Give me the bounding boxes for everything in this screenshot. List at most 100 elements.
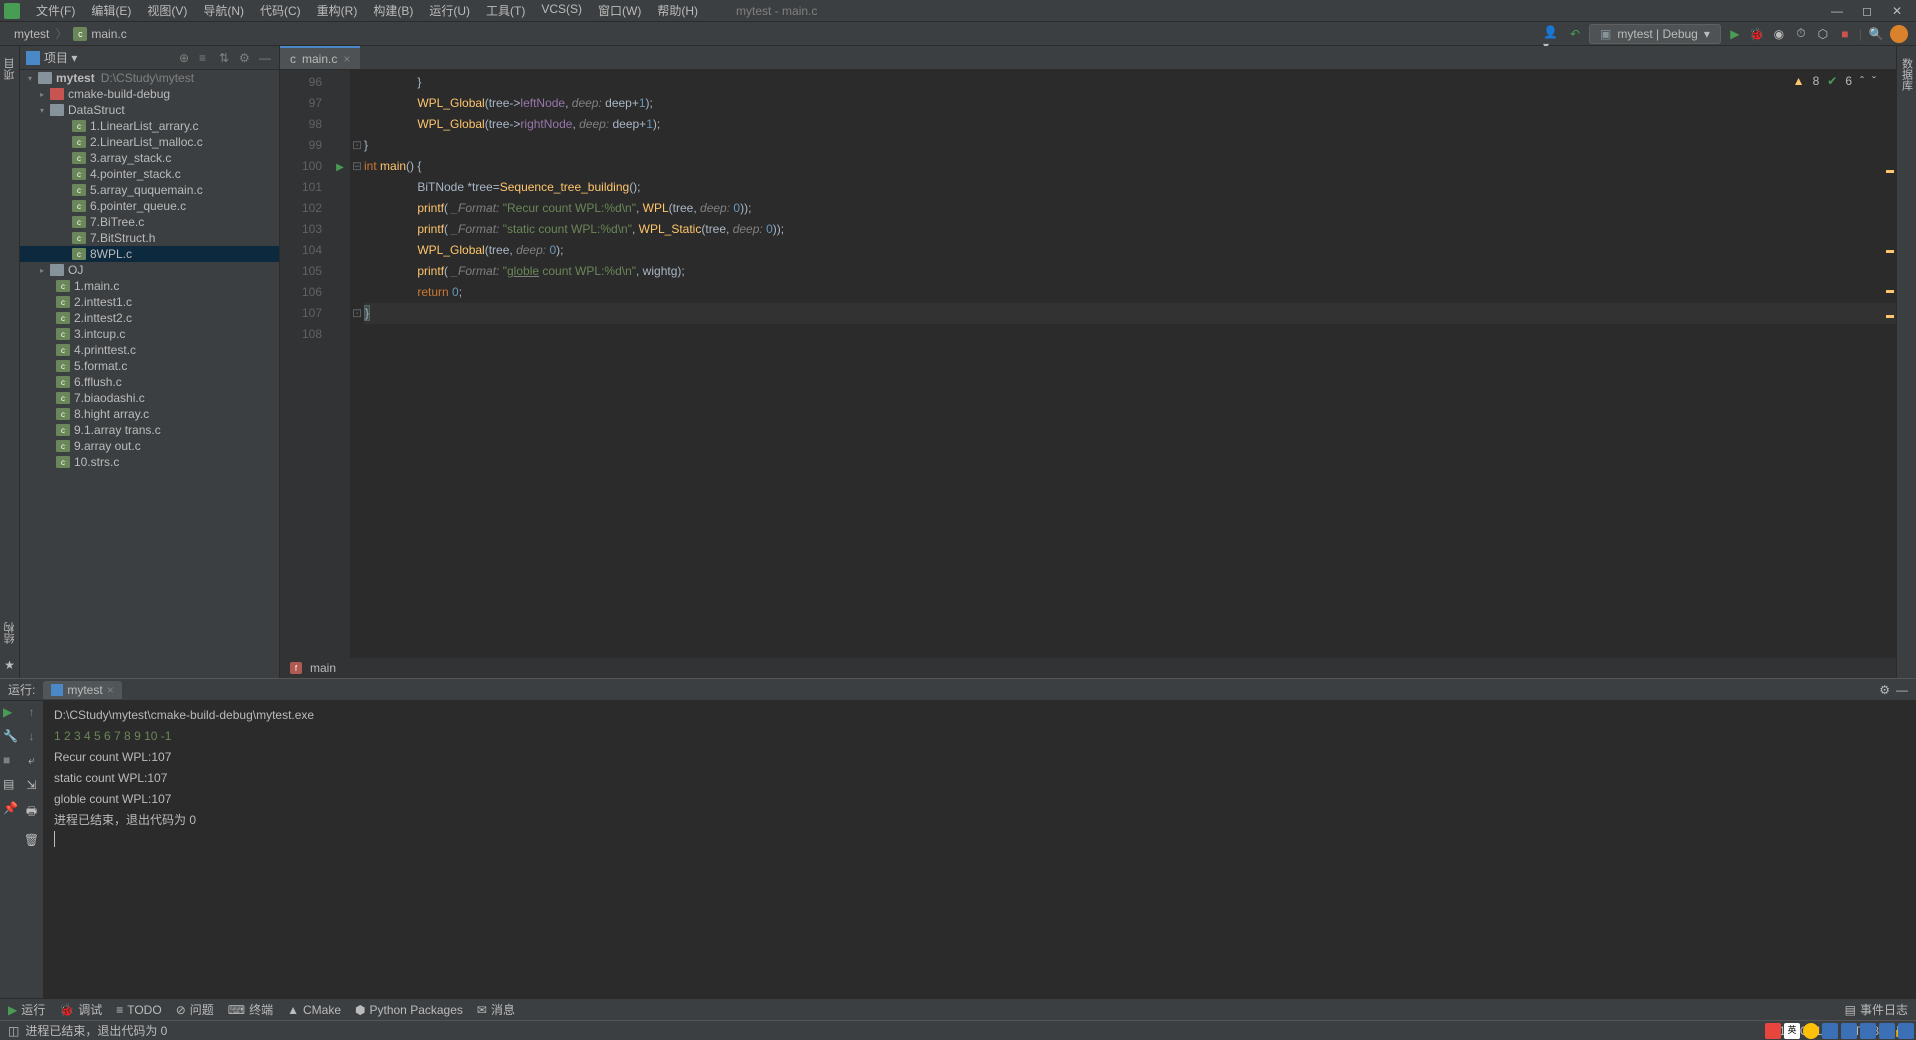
profile-icon[interactable]: ⏱: [1793, 26, 1809, 42]
tree-file[interactable]: c4.pointer_stack.c: [20, 166, 279, 182]
menu-item[interactable]: 文件(F): [28, 0, 83, 21]
tree-folder-cmake[interactable]: ▸cmake-build-debug: [20, 86, 279, 102]
tree-folder-oj[interactable]: ▸OJ: [20, 262, 279, 278]
run-config-dropdown[interactable]: ▣ mytest | Debug ▾: [1589, 24, 1721, 44]
add-user-icon[interactable]: 👤▾: [1543, 25, 1561, 43]
tree-file[interactable]: c6.pointer_queue.c: [20, 198, 279, 214]
menu-item[interactable]: 工具(T): [478, 0, 533, 21]
expand-icon[interactable]: ⇅: [219, 51, 233, 65]
pin-icon[interactable]: 📌: [3, 801, 17, 815]
hide-panel-icon[interactable]: —: [1896, 683, 1908, 697]
bottom-debug[interactable]: 🐞调试: [59, 1001, 102, 1018]
breadcrumb-function[interactable]: main: [310, 661, 336, 675]
back-icon[interactable]: ↶: [1567, 26, 1583, 42]
project-view-dropdown[interactable]: 项目 ▾: [44, 49, 77, 66]
run-tab[interactable]: mytest ×: [43, 681, 121, 699]
tree-file[interactable]: c9.1.array trans.c: [20, 422, 279, 438]
bottom-run[interactable]: ▶运行: [8, 1001, 45, 1018]
menu-item[interactable]: 代码(C): [252, 0, 309, 21]
tree-file[interactable]: c7.BitStruct.h: [20, 230, 279, 246]
tray-person[interactable]: [1860, 1023, 1876, 1039]
tree-file[interactable]: c9.array out.c: [20, 438, 279, 454]
run-icon[interactable]: ▶: [1727, 26, 1743, 42]
tray-smile[interactable]: [1803, 1023, 1819, 1039]
close-tab-icon[interactable]: ×: [343, 52, 350, 66]
maximize-button[interactable]: ◻: [1852, 1, 1882, 21]
rerun-icon[interactable]: ▶: [3, 705, 17, 719]
stop-icon[interactable]: ■: [3, 753, 17, 767]
chevron-up-icon[interactable]: ˆ: [1860, 74, 1864, 88]
scroll-end-icon[interactable]: ⇲: [26, 778, 36, 792]
tree-file[interactable]: c7.biaodashi.c: [20, 390, 279, 406]
tree-file[interactable]: c10.strs.c: [20, 454, 279, 470]
bottom-problems[interactable]: ⊘问题: [176, 1001, 214, 1018]
tray-grid[interactable]: [1898, 1023, 1914, 1039]
menu-item[interactable]: 构建(B): [365, 0, 421, 21]
coverage-icon[interactable]: ◉: [1771, 26, 1787, 42]
bottom-python[interactable]: ⬢Python Packages: [355, 1003, 463, 1017]
stop-icon[interactable]: ■: [1837, 26, 1853, 42]
bottom-cmake[interactable]: ▲CMake: [287, 1003, 341, 1017]
breadcrumb-project[interactable]: mytest: [8, 25, 55, 43]
soft-wrap-icon[interactable]: ⤶: [28, 753, 35, 768]
bottom-todo[interactable]: ≡TODO: [116, 1003, 161, 1017]
code-content[interactable]: } WPL_Global(tree->leftNode, deep: deep+…: [364, 70, 1896, 658]
tree-file[interactable]: c1.LinearList_arrary.c: [20, 118, 279, 134]
print-icon[interactable]: 🖶: [26, 802, 37, 823]
menu-item[interactable]: 视图(V): [139, 0, 195, 21]
stripe-structure[interactable]: 结构: [0, 614, 20, 652]
editor-body[interactable]: 96979899100101102103104105106107108 ▶ ⊡⊟…: [280, 70, 1896, 658]
ime-icon[interactable]: [1765, 1023, 1781, 1039]
bottom-event-log[interactable]: ▤事件日志: [1845, 1001, 1908, 1018]
menu-item[interactable]: 导航(N): [195, 0, 252, 21]
tree-file[interactable]: c2.inttest1.c: [20, 294, 279, 310]
menu-item[interactable]: 编辑(E): [83, 0, 139, 21]
attach-icon[interactable]: ⬡: [1815, 26, 1831, 42]
gear-icon[interactable]: ⚙: [239, 51, 253, 65]
tree-file[interactable]: c3.intcup.c: [20, 326, 279, 342]
tree-file[interactable]: c6.fflush.c: [20, 374, 279, 390]
tree-file[interactable]: c7.BiTree.c: [20, 214, 279, 230]
console-output[interactable]: D:\CStudy\mytest\cmake-build-debug\mytes…: [44, 701, 1916, 998]
bookmarks-icon[interactable]: ★: [4, 658, 15, 672]
close-button[interactable]: ✕: [1882, 1, 1912, 21]
menu-item[interactable]: VCS(S): [533, 0, 590, 21]
hide-icon[interactable]: —: [259, 51, 273, 65]
collapse-icon[interactable]: ≡: [199, 51, 213, 65]
inspection-summary[interactable]: ▲8 ✔6 ˆ ˇ: [1793, 74, 1876, 88]
layout-icon[interactable]: ▤: [3, 777, 17, 791]
tray-keyboard[interactable]: [1822, 1023, 1838, 1039]
menu-item[interactable]: 重构(R): [309, 0, 366, 21]
tree-file[interactable]: c5.format.c: [20, 358, 279, 374]
status-icon[interactable]: ◫: [8, 1024, 19, 1038]
stripe-project[interactable]: 项目: [0, 50, 20, 88]
menu-item[interactable]: 帮助(H): [649, 0, 706, 21]
menu-item[interactable]: 窗口(W): [590, 0, 649, 21]
tree-file[interactable]: c1.main.c: [20, 278, 279, 294]
tree-file[interactable]: c2.inttest2.c: [20, 310, 279, 326]
stripe-database[interactable]: 数据库: [1897, 50, 1916, 99]
menu-item[interactable]: 运行(U): [421, 0, 478, 21]
avatar[interactable]: [1890, 25, 1908, 43]
tree-file[interactable]: c2.LinearList_malloc.c: [20, 134, 279, 150]
bottom-terminal[interactable]: ⌨终端: [228, 1001, 273, 1018]
chevron-down-icon[interactable]: ˇ: [1872, 74, 1876, 88]
bottom-messages[interactable]: ✉消息: [477, 1001, 515, 1018]
tray-tool[interactable]: [1879, 1023, 1895, 1039]
up-icon[interactable]: ↑: [29, 705, 35, 719]
gear-icon[interactable]: ⚙: [1879, 683, 1890, 697]
breadcrumb-file[interactable]: cmain.c: [67, 25, 132, 43]
tree-file[interactable]: c3.array_stack.c: [20, 150, 279, 166]
editor-tab-main[interactable]: c main.c ×: [280, 46, 360, 69]
close-icon[interactable]: ×: [107, 683, 114, 697]
tree-file[interactable]: c5.array_ququemain.c: [20, 182, 279, 198]
tray-lang[interactable]: 英: [1784, 1023, 1800, 1039]
minimize-button[interactable]: —: [1822, 1, 1852, 21]
wrench-icon[interactable]: 🔧: [3, 729, 17, 743]
tray-cloud[interactable]: [1841, 1023, 1857, 1039]
tree-folder-datastruct[interactable]: ▾DataStruct: [20, 102, 279, 118]
search-icon[interactable]: 🔍: [1868, 26, 1884, 42]
tree-file[interactable]: c4.printtest.c: [20, 342, 279, 358]
debug-icon[interactable]: 🐞: [1749, 26, 1765, 42]
tree-root[interactable]: ▾mytestD:\CStudy\mytest: [20, 70, 279, 86]
